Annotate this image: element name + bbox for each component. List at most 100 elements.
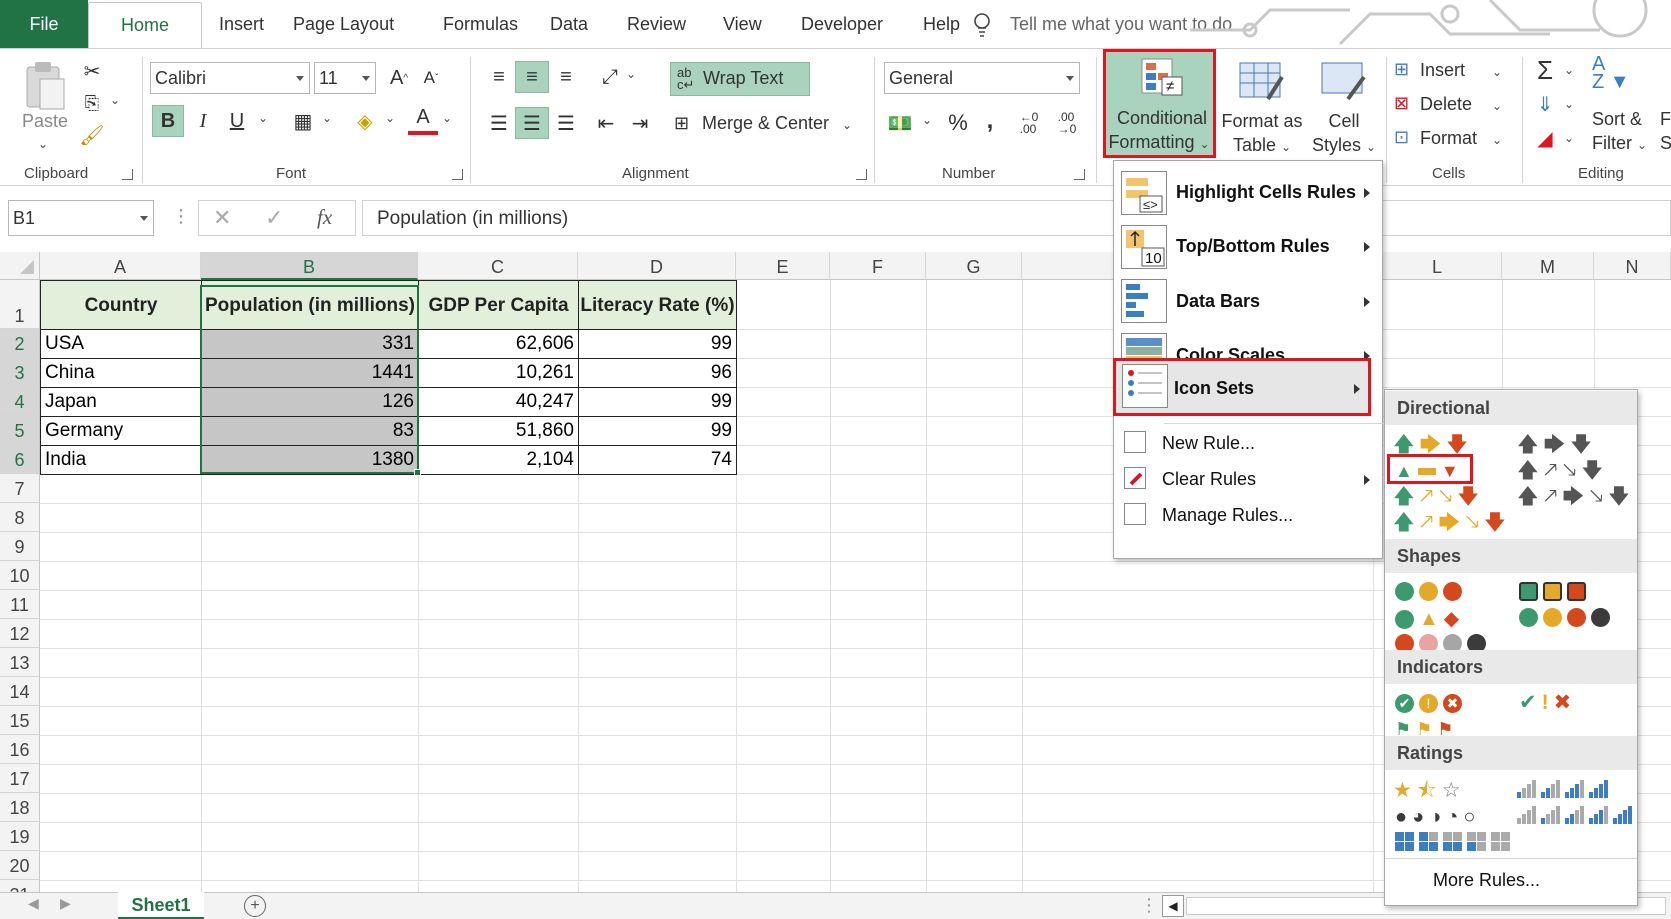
tab-formulas[interactable]: Formulas	[443, 0, 518, 48]
row-header-16[interactable]: 16	[0, 735, 40, 764]
fill-down-icon[interactable]: ⇓	[1530, 89, 1560, 119]
table-cell[interactable]: 40,247	[418, 387, 579, 417]
autosum-icon[interactable]: Σ	[1530, 55, 1560, 85]
table-cell[interactable]: 62,606	[418, 329, 579, 359]
icon-set-3-symbols[interactable]: ✔! ✖	[1519, 692, 1571, 714]
row-header-18[interactable]: 18	[0, 793, 40, 822]
align-right-icon[interactable]: ☰	[550, 107, 582, 139]
icon-set-5-arrows-gray[interactable]: 🡅 🡕 🡆 🡖 🡇	[1517, 486, 1630, 508]
sheet-tab-sheet1[interactable]: Sheet1	[118, 892, 204, 919]
row-header-1[interactable]: 1	[0, 280, 40, 329]
copy-dropdown-chevron[interactable]: ⌄	[110, 93, 120, 107]
copy-icon[interactable]: ⎘	[78, 89, 106, 117]
table-cell[interactable]: 74	[578, 445, 737, 475]
menu-top-bottom-rules[interactable]: 10 Top/Bottom Rules	[1114, 221, 1382, 273]
hscroll-left-icon[interactable]: ◀	[1162, 895, 1184, 917]
icon-set-4-arrows-gray[interactable]: 🡅 🡕 🡖 🡇	[1517, 460, 1603, 482]
icon-set-3-traffic-lights[interactable]	[1395, 582, 1462, 601]
tab-home[interactable]: Home	[88, 2, 202, 49]
icon-set-3-traffic-lights-rimmed[interactable]	[1519, 582, 1586, 601]
row-header-17[interactable]: 17	[0, 764, 40, 793]
increase-decimal-icon[interactable]: ←0.00	[1012, 107, 1046, 139]
column-header-f[interactable]: F	[830, 252, 926, 280]
table-header-cell[interactable]: GDP Per Capita	[418, 280, 579, 330]
row-header-9[interactable]: 9	[0, 532, 40, 561]
cancel-icon[interactable]: ✕	[213, 205, 231, 231]
number-format-box[interactable]: General	[884, 62, 1080, 94]
row-header-11[interactable]: 11	[0, 590, 40, 619]
clear-dropdown-chevron[interactable]: ⌄	[1564, 131, 1574, 145]
icon-set-3-stars[interactable]: ★ ⯪ ☆	[1393, 780, 1461, 802]
icon-set-5-boxes[interactable]	[1395, 832, 1510, 851]
column-header-b[interactable]: B	[201, 252, 418, 280]
column-header-l[interactable]: L	[1373, 252, 1502, 280]
row-header-8[interactable]: 8	[0, 503, 40, 532]
tab-split-grip[interactable]: ⋮	[1140, 895, 1158, 916]
row-header-6[interactable]: 6	[0, 445, 40, 474]
row-header-20[interactable]: 20	[0, 851, 40, 880]
row-header-7[interactable]: 7	[0, 474, 40, 503]
table-cell[interactable]: China	[40, 358, 202, 388]
row-header-10[interactable]: 10	[0, 561, 40, 590]
row-header-15[interactable]: 15	[0, 706, 40, 735]
icon-set-3-arrows-gray[interactable]: 🡅 🡆 🡇	[1517, 434, 1592, 456]
borders-icon[interactable]: ▦	[288, 105, 318, 137]
tab-data[interactable]: Data	[550, 0, 588, 48]
format-as-table-button[interactable]: Format as Table ⌄	[1218, 53, 1306, 157]
underline-button[interactable]: U	[222, 105, 252, 137]
icon-set-3-triangles[interactable]: ▲ ▼	[1395, 460, 1459, 482]
decrease-decimal-icon[interactable]: .00 →0	[1050, 107, 1084, 139]
row-header-5[interactable]: 5	[0, 416, 40, 445]
scroll-left-icon[interactable]: ◀	[28, 895, 39, 912]
icon-set-3-arrows-colored[interactable]: 🡅 🡆 🡇	[1393, 434, 1468, 456]
font-color-dropdown-chevron[interactable]: ⌄	[442, 111, 452, 125]
find-select-label-1[interactable]: F	[1660, 109, 1671, 130]
table-cell[interactable]: India	[40, 445, 202, 475]
table-cell[interactable]: Germany	[40, 416, 202, 446]
tab-developer[interactable]: Developer	[801, 0, 883, 48]
align-center-icon[interactable]: ☰	[515, 107, 549, 139]
column-header-d[interactable]: D	[578, 252, 736, 280]
enter-icon[interactable]: ✓	[265, 205, 283, 231]
row-header-19[interactable]: 19	[0, 822, 40, 851]
column-header-n[interactable]: N	[1594, 252, 1671, 280]
bottom-align-icon[interactable]: ≡	[550, 61, 582, 93]
format-cells-button[interactable]: ⊡ Format ⌄	[1392, 125, 1512, 153]
select-all-corner[interactable]	[0, 252, 40, 280]
tab-file[interactable]: File	[0, 0, 88, 48]
percent-style-button[interactable]: %	[942, 107, 974, 139]
font-launcher-icon[interactable]	[452, 169, 463, 180]
clipboard-launcher-icon[interactable]	[122, 169, 133, 180]
table-cell[interactable]: 99	[578, 329, 737, 359]
row-header-14[interactable]: 14	[0, 677, 40, 706]
font-color-icon[interactable]: A	[408, 103, 438, 135]
table-header-cell[interactable]: Literacy Rate (%)	[578, 280, 737, 330]
insert-function-button[interactable]: fx	[317, 205, 332, 230]
column-header-a[interactable]: A	[40, 252, 201, 280]
tab-review[interactable]: Review	[627, 0, 686, 48]
name-box[interactable]: B1	[8, 200, 154, 236]
conditional-formatting-button[interactable]: ≠ Conditional Formatting ⌄	[1103, 49, 1216, 158]
icon-set-3-symbols-circled[interactable]: ✔! ✖	[1395, 694, 1462, 713]
delete-cells-button[interactable]: ⊠ Delete ⌄	[1392, 91, 1512, 119]
top-align-icon[interactable]: ≡	[483, 61, 515, 93]
row-header-2[interactable]: 2	[0, 329, 40, 358]
column-header-g[interactable]: G	[926, 252, 1022, 280]
increase-font-size-icon[interactable]: A ^	[384, 63, 414, 93]
menu-data-bars[interactable]: Data Bars	[1114, 275, 1382, 327]
format-painter-icon[interactable]: 🖌	[78, 121, 106, 149]
bold-button[interactable]: B	[152, 105, 184, 137]
merge-center-button[interactable]: ⊞ Merge & Center ⌄	[670, 108, 860, 142]
align-left-icon[interactable]: ☰	[483, 107, 515, 139]
underline-dropdown-chevron[interactable]: ⌄	[258, 111, 268, 125]
table-cell[interactable]: 99	[578, 416, 737, 446]
menu-new-rule[interactable]: New Rule...	[1114, 427, 1382, 461]
icon-set-5-quarters[interactable]: ● ◕ ◑ ◔ ○	[1395, 806, 1475, 828]
row-header-13[interactable]: 13	[0, 648, 40, 677]
paste-icon[interactable]	[22, 59, 68, 116]
tab-help[interactable]: Help	[923, 0, 960, 48]
accounting-format-icon[interactable]: 💵	[884, 107, 916, 139]
tab-page-layout[interactable]: Page Layout	[293, 0, 394, 48]
icon-set-4-ratings[interactable]	[1517, 780, 1608, 798]
table-cell[interactable]: 96	[578, 358, 737, 388]
